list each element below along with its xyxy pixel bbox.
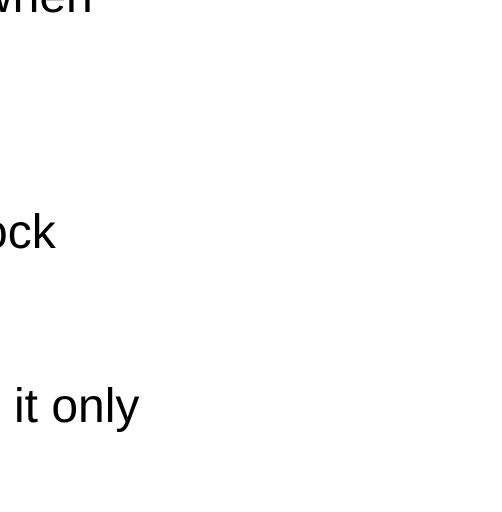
text-line-it-only: it only xyxy=(14,380,140,433)
text-line-ock: ock xyxy=(0,206,56,259)
text-line-when: when xyxy=(0,0,93,21)
